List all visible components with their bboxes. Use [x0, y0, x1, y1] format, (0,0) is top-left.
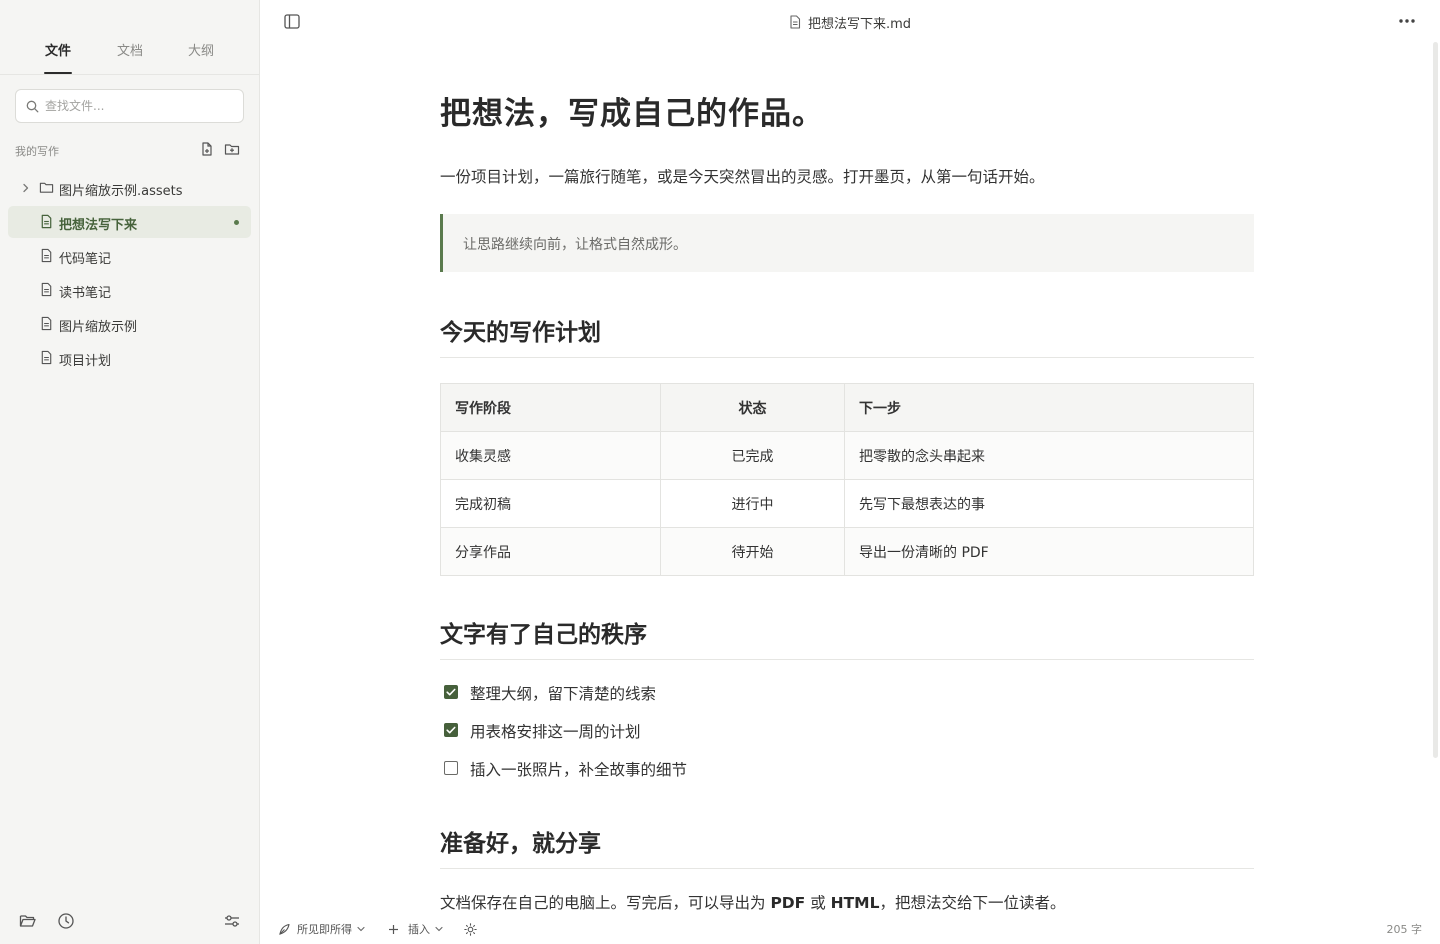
theme-toggle[interactable] — [464, 921, 477, 937]
more-options-icon[interactable] — [1398, 18, 1416, 24]
doc-final-paragraph: 文档保存在自己的电脑上。写完后，可以导出为 PDF 或 HTML，把想法交给下一… — [440, 891, 1066, 913]
chevron-down-icon — [357, 926, 365, 932]
plus-icon — [388, 924, 399, 935]
document-icon — [39, 282, 54, 297]
history-icon[interactable] — [57, 912, 75, 930]
sidebar: 文件 文档 大纲 我的写作 图片缩放示例.assets 把想法写下来 — [0, 0, 260, 944]
active-tab-indicator — [44, 72, 72, 74]
sidebar-item-label: 图片缩放示例.assets — [59, 184, 183, 199]
table-header-cell: 写作阶段 — [440, 383, 661, 432]
table-cell: 完成初稿 — [440, 479, 661, 528]
heading-divider — [440, 659, 1254, 660]
document-icon — [39, 214, 54, 229]
doc-heading-plan: 今天的写作计划 — [440, 320, 601, 346]
search-icon — [26, 100, 39, 113]
table-cell: 进行中 — [660, 479, 845, 528]
sidebar-tabs: 文件 文档 大纲 — [0, 0, 259, 75]
folder-icon — [39, 180, 54, 195]
document-icon — [789, 15, 802, 29]
table-cell: 收集灵感 — [440, 431, 661, 480]
vertical-scrollbar[interactable] — [1433, 42, 1438, 758]
tab-files[interactable]: 文件 — [45, 40, 71, 59]
tab-outline[interactable]: 大纲 — [188, 40, 214, 59]
table-header-row: 写作阶段 状态 下一步 — [440, 383, 1254, 432]
sidebar-item-reading-notes[interactable]: 读书笔记 — [8, 274, 251, 306]
checkbox-checked[interactable] — [444, 723, 458, 737]
sidebar-item-label: 把想法写下来 — [59, 218, 138, 233]
checkbox-unchecked[interactable] — [444, 761, 458, 775]
editor-mode-dropdown[interactable]: 所见即所得 — [278, 921, 365, 937]
status-bar: 所见即所得 插入 205 字 — [260, 912, 1440, 944]
tab-documents[interactable]: 文档 — [117, 40, 143, 59]
open-folder-icon[interactable] — [19, 912, 37, 930]
heading-divider — [440, 868, 1254, 869]
table-row: 完成初稿 进行中 先写下最想表达的事 — [440, 479, 1254, 528]
section-title: 我的写作 — [15, 145, 59, 158]
text-run: 或 — [805, 894, 831, 912]
table-cell: 待开始 — [660, 527, 845, 576]
document-icon — [39, 350, 54, 365]
insert-dropdown[interactable]: 插入 — [388, 921, 443, 937]
table-cell: 已完成 — [660, 431, 845, 480]
doc-heading-order: 文字有了自己的秩序 — [440, 622, 647, 648]
table-row: 分享作品 待开始 导出一份清晰的 PDF — [440, 527, 1254, 576]
text-run: 文档保存在自己的电脑上。写完后，可以导出为 — [440, 894, 771, 912]
plan-table: 写作阶段 状态 下一步 收集灵感 已完成 把零散的念头串起来 完成初稿 进行中 … — [440, 383, 1254, 576]
bold-text: PDF — [770, 894, 806, 912]
table-header-cell: 状态 — [660, 383, 845, 432]
sidebar-item-label: 项目计划 — [59, 354, 112, 369]
top-bar: 把想法写下来.md — [260, 0, 1440, 44]
settings-sliders-icon[interactable] — [223, 912, 241, 930]
task-text: 用表格安排这一周的计划 — [470, 723, 641, 741]
bold-text: HTML — [830, 894, 880, 912]
table-row: 收集灵感 已完成 把零散的念头串起来 — [440, 431, 1254, 480]
table-cell: 分享作品 — [440, 527, 661, 576]
sidebar-toggle-icon[interactable] — [284, 14, 300, 29]
feather-pen-icon — [278, 923, 291, 936]
chevron-right-icon[interactable] — [22, 183, 30, 193]
editor-mode-label: 所见即所得 — [297, 923, 352, 936]
search-input[interactable] — [45, 97, 235, 115]
table-header-cell: 下一步 — [844, 383, 1254, 432]
doc-blockquote: 让思路继续向前，让格式自然成形。 — [440, 214, 1254, 272]
sidebar-item-image-scale-example[interactable]: 图片缩放示例 — [8, 308, 251, 340]
sun-icon — [464, 922, 477, 936]
task-text: 插入一张照片，补全故事的细节 — [470, 761, 688, 779]
sidebar-item-folder-assets[interactable]: 图片缩放示例.assets — [8, 172, 251, 204]
file-search — [15, 89, 244, 123]
doc-heading-1: 把想法，写成自己的作品。 — [440, 96, 824, 132]
new-folder-icon[interactable] — [224, 141, 240, 157]
checkbox-checked[interactable] — [444, 685, 458, 699]
document-title: 把想法写下来.md — [789, 13, 912, 32]
unsaved-indicator — [234, 220, 239, 225]
task-text: 整理大纲，留下清楚的线索 — [470, 685, 657, 703]
sidebar-item-label: 图片缩放示例 — [59, 320, 138, 335]
sidebar-item-label: 读书笔记 — [59, 286, 112, 301]
document-icon — [39, 316, 54, 331]
sidebar-item-project-plan[interactable]: 项目计划 — [8, 342, 251, 374]
table-cell: 把零散的念头串起来 — [844, 431, 1254, 480]
table-cell: 导出一份清晰的 PDF — [844, 527, 1254, 576]
sidebar-item-code-notes[interactable]: 代码笔记 — [8, 240, 251, 272]
table-cell: 先写下最想表达的事 — [844, 479, 1254, 528]
blockquote-text: 让思路继续向前，让格式自然成形。 — [463, 237, 687, 253]
document-title-text: 把想法写下来.md — [808, 16, 912, 32]
word-count: 205 字 — [1386, 923, 1423, 936]
text-run: ，把想法交给下一位读者。 — [879, 894, 1066, 912]
sidebar-item-write-ideas[interactable]: 把想法写下来 — [8, 206, 251, 238]
document-icon — [39, 248, 54, 263]
new-file-icon[interactable] — [199, 141, 215, 157]
insert-label: 插入 — [408, 923, 430, 936]
chevron-down-icon — [435, 926, 443, 932]
doc-lead-paragraph: 一份项目计划，一篇旅行随笔，或是今天突然冒出的灵感。打开墨页，从第一句话开始。 — [440, 168, 1045, 186]
doc-heading-share: 准备好，就分享 — [440, 831, 601, 857]
heading-divider — [440, 357, 1254, 358]
sidebar-item-label: 代码笔记 — [59, 252, 112, 267]
